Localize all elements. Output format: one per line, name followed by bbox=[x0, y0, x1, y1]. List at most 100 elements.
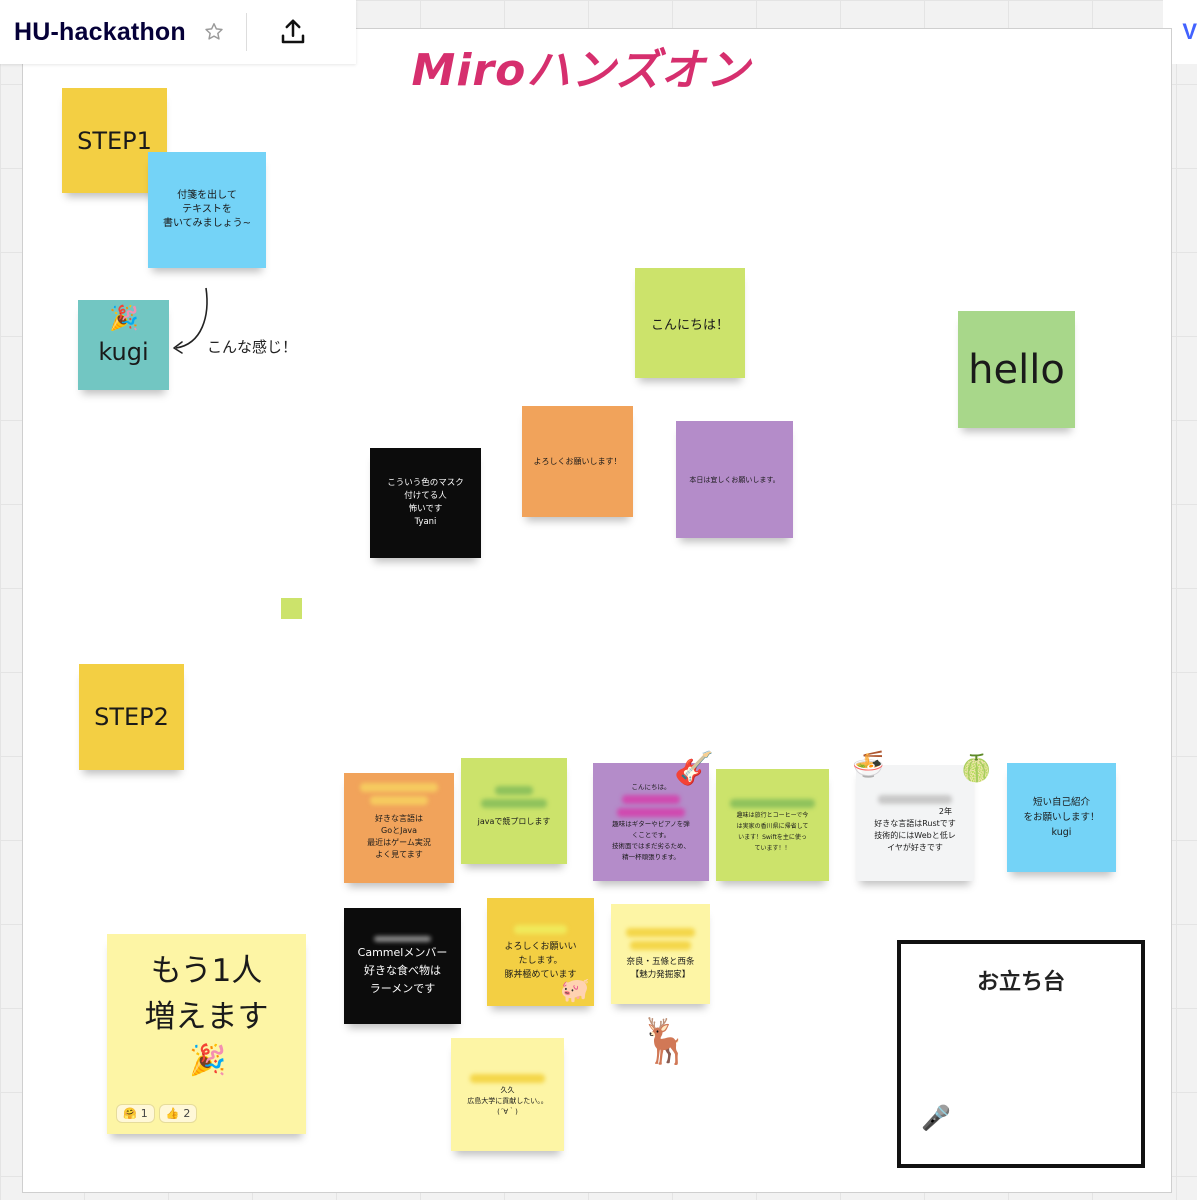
sticky-mask[interactable]: こういう色のマスク 付けてる人 怖いです Tyani bbox=[370, 448, 481, 558]
upload-icon[interactable] bbox=[275, 14, 311, 50]
reaction-thumbs-up[interactable]: 👍 2 bbox=[158, 1104, 198, 1123]
annotation-text[interactable]: こんな感じ！ bbox=[207, 336, 297, 357]
party-popper-icon: 🎉 bbox=[189, 1043, 227, 1078]
redacted-text bbox=[617, 807, 685, 817]
redacted-text bbox=[630, 941, 691, 950]
note-line: 奈良・五條と西条 bbox=[626, 957, 695, 967]
sticky-honjitsu[interactable]: 本日は宜しくお願いします。 bbox=[676, 421, 793, 538]
sticky-intro-travel[interactable]: 趣味は旅行とコーヒーで今 は実家の香川県に帰省して います！Swiftを主に使っ… bbox=[716, 769, 829, 881]
note-line: 2年 bbox=[938, 806, 952, 816]
note-line: 広島大学に貢献したい。。 bbox=[467, 1096, 548, 1105]
redacted-text bbox=[622, 794, 680, 804]
redacted-text bbox=[514, 924, 567, 934]
note-line: kugi bbox=[1051, 827, 1072, 838]
note-line: 増えます bbox=[144, 999, 269, 1035]
party-popper-icon: 🎉 bbox=[109, 304, 139, 332]
sticky-step2[interactable]: STEP2 bbox=[79, 664, 184, 770]
thumbs-up-icon: 👍 bbox=[165, 1107, 180, 1120]
note-line: 技術的にはWebと低レ bbox=[874, 830, 956, 840]
note-line: 精一杯頑張ります。 bbox=[622, 852, 680, 861]
sticky-intro-short[interactable]: 短い自己紹介 をお願いします！ kugi bbox=[1007, 763, 1116, 872]
note-line: います！Swiftを主に使っ bbox=[738, 833, 807, 841]
note-text: STEP2 bbox=[94, 703, 169, 731]
note-line: 短い自己紹介 bbox=[1032, 797, 1090, 808]
sticky-intro-nara[interactable]: 奈良・五條と西条 【魅力発掘家】 bbox=[611, 904, 710, 1004]
sticky-intro-kyopro[interactable]: javaで競プロします bbox=[461, 758, 567, 864]
note-line: をお願いします！ bbox=[1023, 812, 1100, 823]
redacted-text bbox=[369, 796, 429, 805]
board-header: HU-hackathon bbox=[0, 0, 356, 64]
note-line: もう1人 bbox=[150, 953, 263, 989]
guitar-icon: 🎸 bbox=[674, 749, 714, 787]
note-line: javaで競プロします bbox=[477, 817, 551, 826]
redacted-text bbox=[481, 799, 547, 808]
note-line: たします。 bbox=[518, 955, 563, 966]
redacted-text bbox=[359, 783, 439, 792]
note-text: hello bbox=[968, 346, 1065, 393]
note-line: よろしくお願いい bbox=[504, 941, 577, 952]
note-line: 趣味は旅行とコーヒーで今 bbox=[736, 811, 809, 819]
note-line: よく見てます bbox=[375, 850, 423, 859]
logo-letter: V bbox=[1182, 19, 1197, 44]
note-line: ています！！ bbox=[754, 844, 791, 852]
sticky-step1-hint[interactable]: 付箋を出して テキストを 書いてみましょう~ bbox=[148, 152, 266, 268]
note-line: こんにちは。 bbox=[631, 782, 671, 791]
note-line: 好きな言語は bbox=[375, 814, 423, 823]
note-line: 【魅力発掘家】 bbox=[630, 970, 691, 980]
note-line: Cammelメンバー bbox=[357, 946, 448, 959]
reaction-count: 1 bbox=[140, 1107, 148, 1120]
ramen-icon: 🍜 bbox=[852, 750, 885, 780]
note-text: STEP1 bbox=[77, 126, 152, 155]
note-text: 本日は宜しくお願いします。 bbox=[689, 475, 780, 484]
sticky-tiny[interactable] bbox=[281, 598, 302, 619]
note-line: Tyani bbox=[414, 517, 437, 527]
toolbar-divider bbox=[245, 13, 247, 51]
star-outline-icon[interactable] bbox=[202, 20, 226, 44]
sticky-intro-cammel[interactable]: Cammelメンバー 好きな食べ物は ラーメンです bbox=[344, 908, 461, 1024]
sticky-konnichiwa[interactable]: こんにちは！ bbox=[635, 268, 745, 378]
redacted-text bbox=[373, 936, 432, 942]
sticky-intro-gojava[interactable]: 好きな言語は GoとJava 最近はゲーム実況 よく見てます bbox=[344, 773, 454, 883]
note-text: kugi bbox=[98, 338, 149, 366]
note-text: こんにちは！ bbox=[650, 317, 729, 333]
note-line: 趣味はギターやピアノを弾 bbox=[612, 819, 690, 828]
microphone-icon: 🎤 bbox=[921, 1104, 951, 1132]
note-line: は実家の香川県に帰省して bbox=[736, 822, 809, 830]
note-line: 最近はゲーム実況 bbox=[367, 838, 431, 847]
board-title[interactable]: HU-hackathon bbox=[14, 18, 186, 47]
reaction-hugging[interactable]: 🤗 1 bbox=[116, 1104, 155, 1123]
frame-title: Miroハンズオン bbox=[411, 45, 751, 96]
sticky-yoroshiku[interactable]: よろしくお願いします！ bbox=[522, 406, 633, 517]
deer-icon: 🦌 bbox=[638, 1016, 693, 1067]
sticky-intro-kyu[interactable]: 久久 広島大学に貢献したい。。 (´∀｀) bbox=[451, 1038, 564, 1151]
reaction-bar: 🤗 1 👍 2 bbox=[116, 1104, 201, 1123]
redacted-text bbox=[877, 794, 953, 804]
note-line: 久久 bbox=[500, 1085, 515, 1094]
sticky-intro-rust[interactable]: 2年 好きな言語はRustです 技術的にはWebと低レ イヤが好きです bbox=[856, 765, 974, 881]
note-line: 好きな言語はRustです bbox=[874, 818, 956, 828]
redacted-text bbox=[469, 1073, 546, 1083]
redacted-text bbox=[729, 798, 816, 808]
note-line: 付けてる人 bbox=[404, 491, 447, 501]
hugging-face-icon: 🤗 bbox=[123, 1107, 137, 1120]
note-line: くことです。 bbox=[631, 830, 671, 839]
note-text: よろしくお願いします！ bbox=[533, 457, 622, 466]
note-line: 好きな食べ物は bbox=[364, 964, 441, 977]
note-line: GoとJava bbox=[381, 826, 417, 835]
note-line: 怖いです bbox=[408, 504, 443, 514]
note-line: イヤが好きです bbox=[887, 842, 943, 852]
note-line: 書いてみましょう~ bbox=[162, 218, 252, 229]
pig-icon: 🐖 bbox=[560, 976, 590, 1004]
note-line: テキストを bbox=[182, 204, 232, 215]
note-line: 技術面ではまだ劣るため、 bbox=[612, 841, 690, 850]
redacted-text bbox=[625, 928, 696, 937]
podium-frame[interactable]: お立ち台 🎤 bbox=[897, 940, 1145, 1168]
podium-label: お立ち台 bbox=[976, 970, 1065, 995]
redacted-text bbox=[495, 786, 533, 795]
reaction-count: 2 bbox=[183, 1107, 191, 1120]
note-line: 付箋を出して bbox=[177, 190, 237, 201]
sticky-hello[interactable]: hello bbox=[958, 311, 1075, 428]
note-line: こういう色のマスク bbox=[387, 478, 464, 488]
note-line: (´∀｀) bbox=[497, 1107, 518, 1116]
note-line: ラーメンです bbox=[369, 982, 436, 995]
